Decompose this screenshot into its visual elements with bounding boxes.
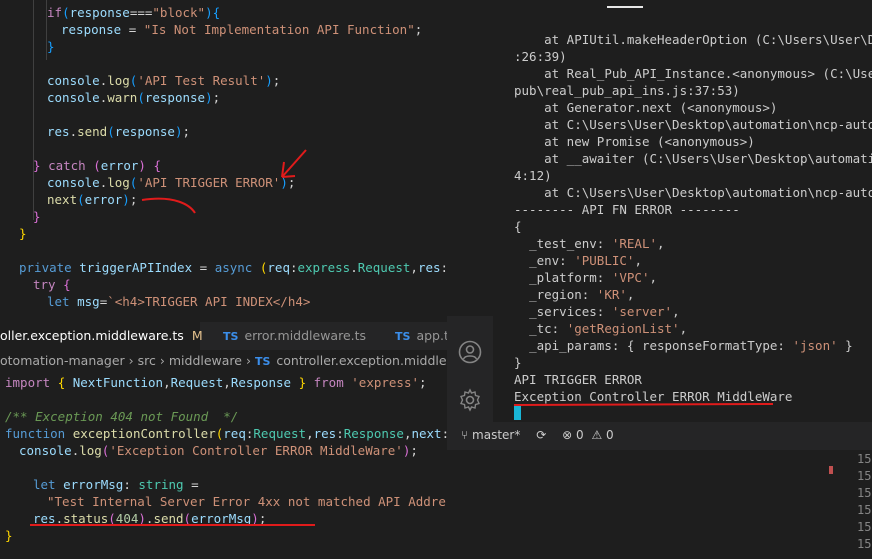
line-number: 15 [857,537,872,551]
tab-label: error.middleware.ts [244,328,367,343]
gear-icon[interactable] [458,388,482,412]
curve-annotation [141,197,196,214]
activity-bar [447,316,493,422]
error-icon: ⊗ [562,428,573,442]
red-annotation-marks [30,524,315,526]
chevron-right-icon: › [128,353,138,368]
breadcrumb-item[interactable]: otomation-manager [0,353,125,368]
tab-error-middleware[interactable]: TS error.middleware.ts [223,322,383,350]
side-editor-gutter: 15 15 15 15 15 15 [827,450,872,559]
editor-tabs: oller.exception.middleware.ts M TS error.… [0,322,447,351]
underline-annotation [513,403,774,406]
ts-file-icon: TS [254,355,271,368]
red-annotation-marks [141,149,307,214]
editor-bottom[interactable]: import { NextFunction,Request,Response }… [0,372,447,559]
red-annotation-marks [513,403,774,406]
line-number: 15 [857,486,872,500]
breadcrumb-item[interactable]: src [138,353,156,368]
sync-icon[interactable]: ⟳ [536,428,546,442]
breadcrumb-item[interactable]: controller.exception.middleware.ts [276,353,447,368]
tab-controller-exception[interactable]: oller.exception.middleware.ts M [0,322,203,350]
git-branch[interactable]: master* [472,428,520,442]
breadcrumb: otomation-manager › src › middleware › T… [0,350,447,372]
editor-top[interactable]: if(response==="block"){response = "Is No… [0,0,447,322]
chevron-right-icon: › [245,353,255,368]
tab-label: oller.exception.middleware.ts [0,328,184,343]
ts-file-icon: TS [223,330,239,343]
line-number: 15 [857,520,872,534]
line-number: 15 [857,503,872,517]
warning-icon: ⚠ [591,428,603,442]
breadcrumb-item[interactable]: middleware [169,353,242,368]
modified-indicator: M [191,328,203,343]
account-icon[interactable] [458,340,482,364]
tab-label: app.t [416,328,447,343]
warning-count[interactable]: 0 [606,428,614,442]
line-number: 15 [857,452,872,466]
line-number: 15 [857,469,872,483]
git-branch-icon: ⑂ [461,428,469,442]
ts-file-icon: TS [395,330,411,343]
tab-app[interactable]: TS app.t [395,322,447,350]
minimap-marker [829,466,833,474]
status-bar: ⑂ master* ⟳ ⊗ 0 ⚠ 0 [447,422,872,450]
arrow-annotation [281,149,307,178]
terminal-panel[interactable]: at APIUtil.makeHeaderOption (C:\Users\Us… [447,0,872,422]
chevron-right-icon: › [159,353,169,368]
error-count[interactable]: 0 [576,428,584,442]
